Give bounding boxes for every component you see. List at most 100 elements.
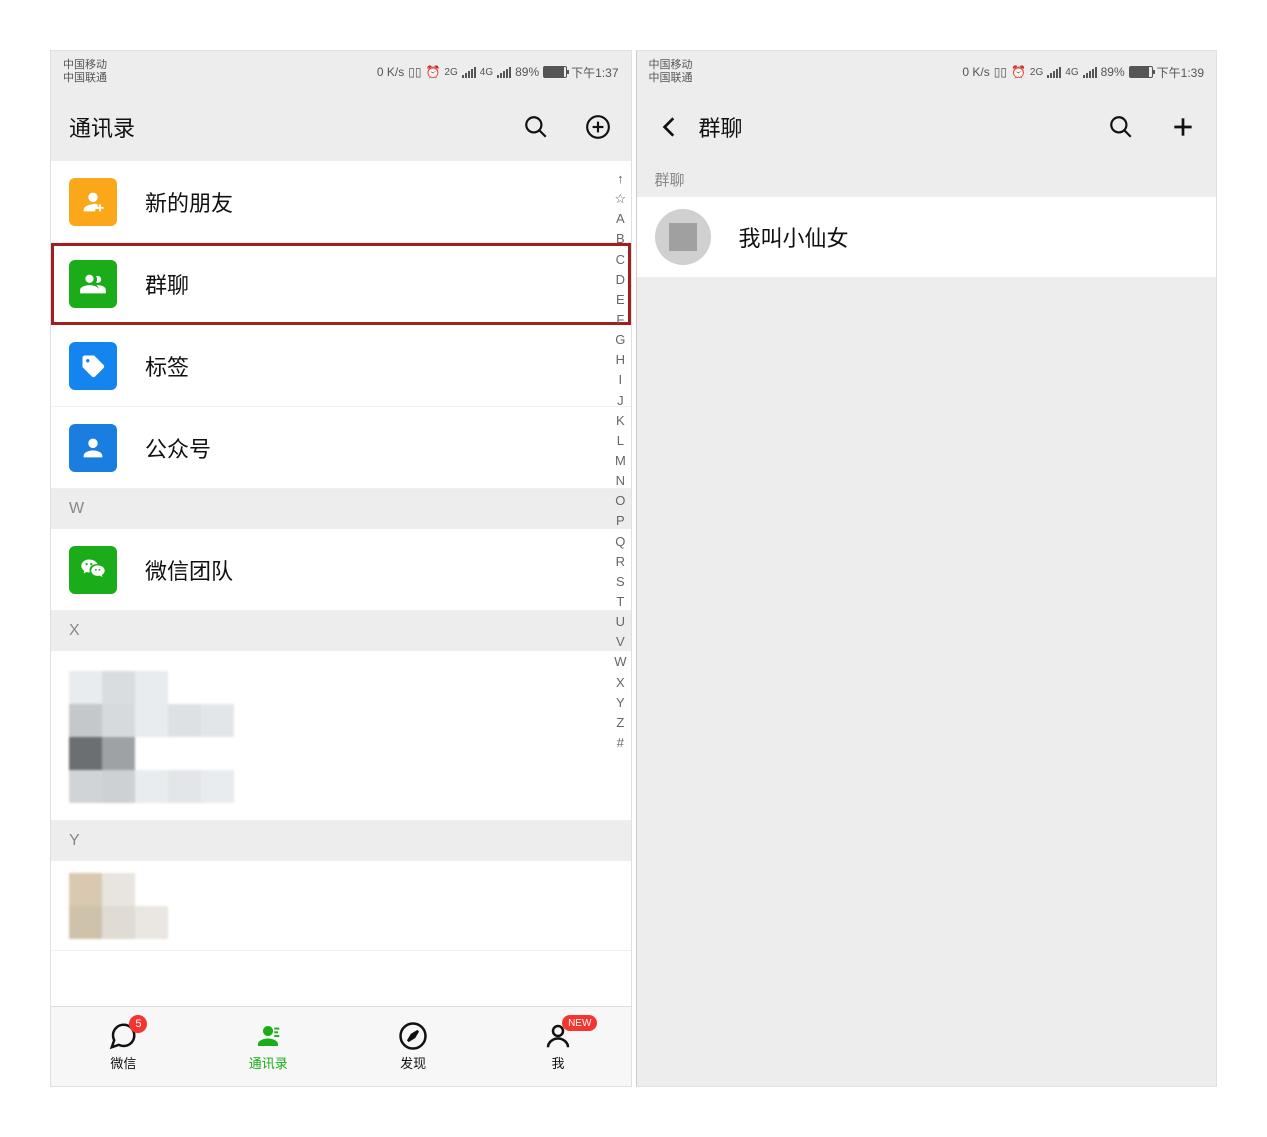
index-letter[interactable]: A — [616, 209, 625, 229]
official-icon — [69, 424, 117, 472]
index-letter[interactable]: G — [615, 330, 625, 350]
group-chat-item[interactable]: 我叫小仙女 — [637, 197, 1217, 277]
index-letter[interactable]: N — [616, 471, 625, 491]
compass-icon — [398, 1021, 428, 1051]
section-header-y: Y — [51, 821, 631, 861]
index-letter[interactable]: D — [616, 270, 625, 290]
section-header-w: W — [51, 489, 631, 529]
menu-label: 标签 — [145, 350, 189, 382]
chevron-left-icon — [657, 114, 683, 140]
contacts-icon — [253, 1021, 283, 1051]
menu-official-accounts[interactable]: 公众号 — [51, 407, 631, 489]
new-friends-icon — [69, 178, 117, 226]
tab-label: 发现 — [400, 1053, 426, 1072]
search-icon — [1108, 114, 1134, 140]
battery-icon — [543, 66, 567, 78]
index-letter[interactable]: W — [614, 652, 626, 672]
me-badge: NEW — [562, 1015, 597, 1031]
blurred-content — [69, 873, 169, 939]
carrier-2: 中国联通 — [63, 72, 107, 85]
index-letter[interactable]: P — [616, 511, 625, 531]
net-4g: 4G — [480, 67, 493, 78]
carrier-2: 中国联通 — [649, 72, 693, 85]
contact-blurred-1[interactable] — [51, 651, 631, 821]
net-speed: 0 K/s — [377, 65, 404, 79]
group-avatar — [655, 209, 711, 265]
index-letter[interactable]: M — [615, 451, 626, 471]
search-button[interactable] — [521, 112, 551, 142]
index-letter[interactable]: J — [617, 391, 624, 411]
contact-blurred-2[interactable] — [51, 861, 631, 951]
empty-area — [637, 277, 1217, 1086]
search-button[interactable] — [1106, 112, 1136, 142]
index-letter[interactable]: H — [616, 350, 625, 370]
index-letter[interactable]: B — [616, 229, 625, 249]
index-letter[interactable]: Y — [616, 693, 625, 713]
signal-1-icon — [1047, 66, 1061, 78]
bottom-tabbar: 5 微信 通讯录 发现 NEW 我 — [51, 1006, 631, 1086]
add-button[interactable] — [1168, 112, 1198, 142]
battery-icon — [1129, 66, 1153, 78]
index-letter[interactable]: I — [619, 370, 623, 390]
net-2g: 2G — [1030, 67, 1043, 78]
clock-time: 下午1:39 — [1157, 64, 1204, 81]
search-icon — [523, 114, 549, 140]
chat-badge: 5 — [129, 1015, 147, 1033]
menu-label: 群聊 — [145, 268, 189, 300]
tag-icon — [69, 342, 117, 390]
index-letter[interactable]: # — [617, 733, 624, 753]
menu-tags[interactable]: 标签 — [51, 325, 631, 407]
group-chat-screen: 中国移动 中国联通 0 K/s ▯▯ ⏰ 2G 4G 89% 下午1:39 群聊 — [636, 50, 1218, 1087]
menu-new-friends[interactable]: 新的朋友 — [51, 161, 631, 243]
vibrate-icon: ▯▯ — [408, 65, 421, 79]
index-letter[interactable]: L — [617, 431, 624, 451]
contact-label: 微信团队 — [145, 554, 233, 586]
net-2g: 2G — [444, 67, 457, 78]
index-letter[interactable]: ☆ — [615, 189, 627, 209]
contact-wechat-team[interactable]: 微信团队 — [51, 529, 631, 611]
page-header: 群聊 — [637, 93, 1217, 161]
index-letter[interactable]: U — [616, 612, 625, 632]
index-letter[interactable]: ↑ — [617, 169, 624, 189]
add-button[interactable] — [583, 112, 613, 142]
menu-label: 新的朋友 — [145, 186, 233, 218]
alarm-icon: ⏰ — [1011, 65, 1026, 79]
tab-label: 微信 — [110, 1053, 136, 1072]
tab-label: 我 — [552, 1053, 565, 1072]
vibrate-icon: ▯▯ — [994, 65, 1007, 79]
plus-icon — [1170, 114, 1196, 140]
back-button[interactable] — [655, 112, 685, 142]
page-header: 通讯录 — [51, 93, 631, 161]
group-name: 我叫小仙女 — [739, 221, 849, 253]
plus-circle-icon — [585, 114, 611, 140]
tab-discover[interactable]: 发现 — [341, 1007, 486, 1086]
index-letter[interactable]: R — [616, 552, 625, 572]
blurred-content — [69, 671, 269, 803]
menu-group-chat[interactable]: 群聊 — [51, 243, 631, 325]
group-section-header: 群聊 — [637, 161, 1217, 197]
battery-pct: 89% — [515, 65, 539, 79]
net-4g: 4G — [1065, 67, 1078, 78]
index-letter[interactable]: V — [616, 632, 625, 652]
index-letter[interactable]: K — [616, 411, 625, 431]
index-letter[interactable]: X — [616, 673, 625, 693]
group-chat-icon — [69, 260, 117, 308]
index-letter[interactable]: E — [616, 290, 625, 310]
alpha-index[interactable]: ↑☆ABCDEFGHIJKLMNOPQRSTUVWXYZ# — [614, 169, 626, 753]
net-speed: 0 K/s — [962, 65, 989, 79]
index-letter[interactable]: C — [616, 250, 625, 270]
tab-me[interactable]: NEW 我 — [486, 1007, 631, 1086]
contacts-list[interactable]: 新的朋友 群聊 标签 公众号 W — [51, 161, 631, 1006]
index-letter[interactable]: T — [616, 592, 624, 612]
index-letter[interactable]: O — [615, 491, 625, 511]
index-letter[interactable]: Z — [616, 713, 624, 733]
tab-chats[interactable]: 5 微信 — [51, 1007, 196, 1086]
alarm-icon: ⏰ — [425, 65, 440, 79]
index-letter[interactable]: Q — [615, 532, 625, 552]
index-letter[interactable]: F — [616, 310, 624, 330]
signal-2-icon — [1083, 66, 1097, 78]
index-letter[interactable]: S — [616, 572, 625, 592]
tab-label: 通讯录 — [249, 1053, 288, 1072]
battery-pct: 89% — [1101, 65, 1125, 79]
tab-contacts[interactable]: 通讯录 — [196, 1007, 341, 1086]
